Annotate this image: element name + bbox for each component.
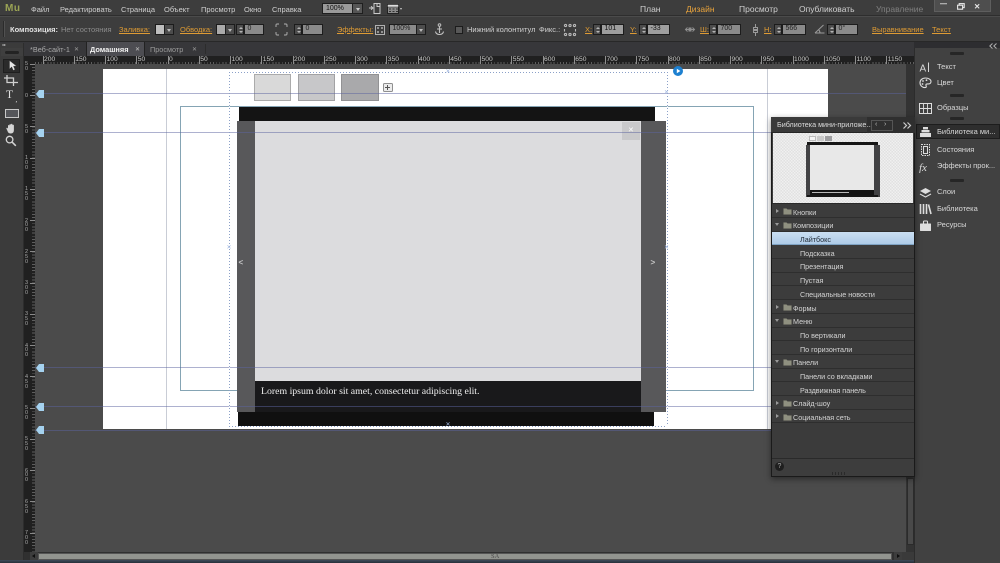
svg-text:A: A bbox=[920, 64, 927, 74]
svg-text:fx: fx bbox=[919, 162, 927, 173]
